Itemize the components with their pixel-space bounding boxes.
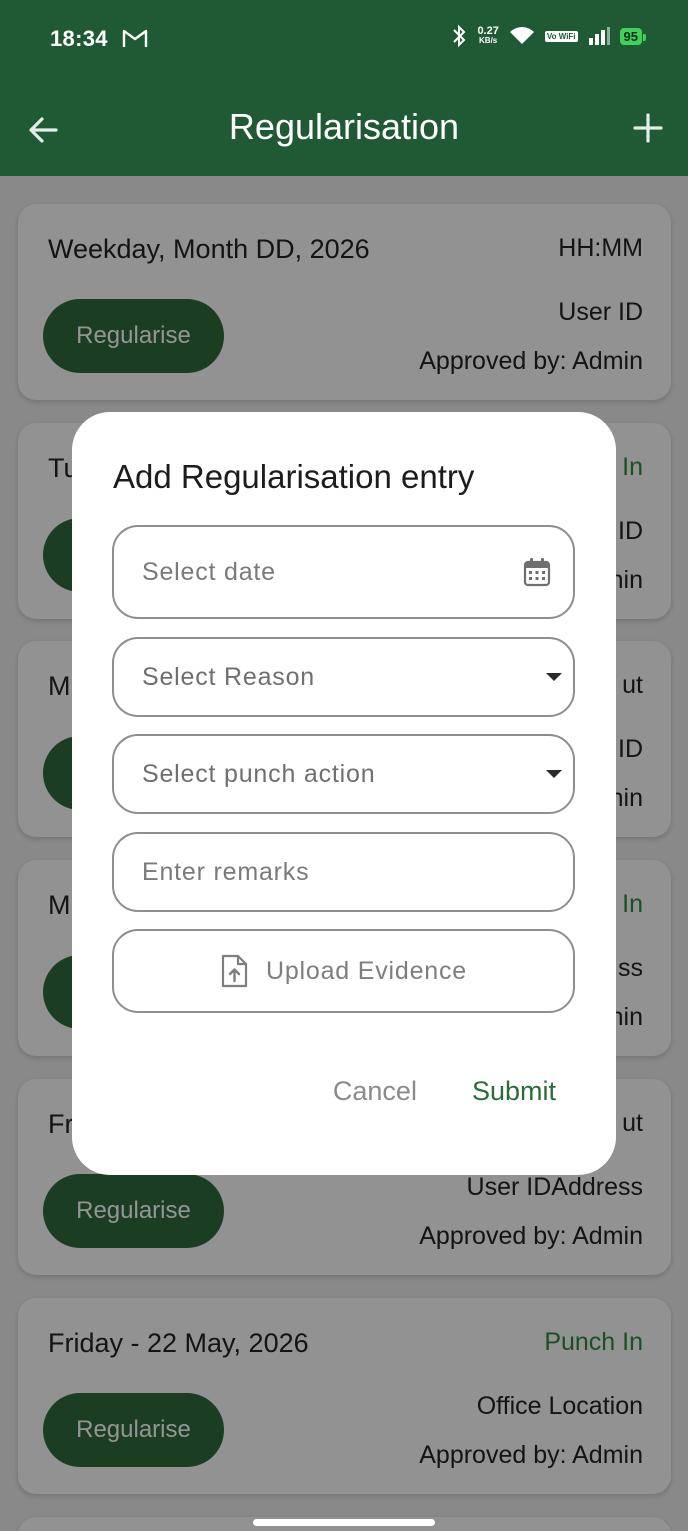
add-icon[interactable] (626, 106, 670, 150)
dialog-actions: Cancel Submit (333, 1076, 556, 1107)
cancel-button[interactable]: Cancel (333, 1076, 417, 1107)
reason-select[interactable]: Select Reason (112, 637, 575, 717)
reason-placeholder: Select Reason (142, 662, 315, 691)
status-bar: 18:34 0.27 KB/s Vo WiFi 95 (0, 0, 688, 82)
remarks-input[interactable] (142, 834, 503, 910)
page-title: Regularisation (228, 106, 460, 147)
home-indicator[interactable] (253, 1519, 435, 1526)
gmail-icon (122, 29, 148, 47)
submit-button[interactable]: Submit (472, 1076, 556, 1107)
dialog-title: Add Regularisation entry (113, 458, 475, 495)
vowifi-badge: Vo WiFi (544, 30, 578, 42)
status-icons: 0.27 KB/s Vo WiFi 95 (451, 24, 647, 48)
signal-icon (588, 27, 610, 45)
status-time: 18:34 (50, 26, 108, 51)
app-bar: Regularisation (0, 82, 688, 176)
date-field[interactable] (112, 525, 575, 619)
punch-action-select[interactable]: Select punch action (112, 734, 575, 814)
upload-evidence-label: Upload Evidence (265, 956, 467, 985)
date-input[interactable] (142, 527, 503, 617)
dropdown-arrow-icon[interactable] (545, 672, 563, 682)
upload-evidence-button[interactable]: Upload Evidence (112, 929, 575, 1013)
bluetooth-icon (453, 24, 466, 48)
punch-action-placeholder: Select punch action (142, 759, 376, 788)
remarks-field[interactable] (112, 832, 575, 912)
dropdown-arrow-icon[interactable] (545, 769, 563, 779)
network-speed: 0.27 KB/s (477, 25, 499, 46)
wifi-icon (509, 27, 534, 44)
calendar-icon[interactable] (523, 557, 551, 587)
battery-indicator: 95 (619, 27, 647, 45)
upload-file-icon (221, 954, 248, 988)
add-regularisation-dialog: Add Regularisation entry Select Reason S… (72, 412, 616, 1175)
